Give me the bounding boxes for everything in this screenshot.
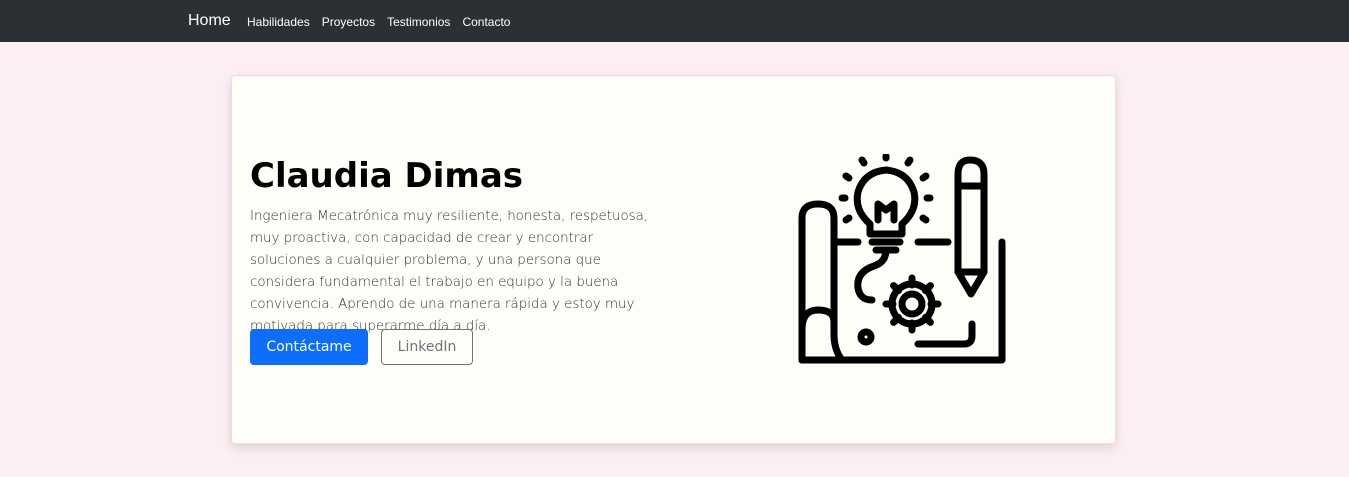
linkedin-button[interactable]: LinkedIn	[381, 329, 473, 365]
nav-link-proyectos[interactable]: Proyectos	[322, 14, 375, 30]
nav-links: Habilidades Proyectos Testimonios Contac…	[247, 14, 510, 30]
engineering-blueprint-icon	[798, 154, 1006, 364]
nav-link-contacto[interactable]: Contacto	[462, 14, 510, 30]
hero-description: Ingeniera Mecatrónica muy resiliente, ho…	[250, 209, 649, 334]
nav-link-habilidades[interactable]: Habilidades	[247, 14, 310, 30]
hero-name: Claudia Dimas	[250, 156, 524, 196]
hero-card: Claudia Dimas Ingeniera Mecatrónica muy …	[231, 75, 1116, 444]
nav-home-link[interactable]: Home	[188, 11, 231, 31]
top-navbar: Home Habilidades Proyectos Testimonios C…	[0, 0, 1349, 42]
contact-button[interactable]: Contáctame	[250, 329, 368, 365]
nav-link-testimonios[interactable]: Testimonios	[387, 14, 450, 30]
